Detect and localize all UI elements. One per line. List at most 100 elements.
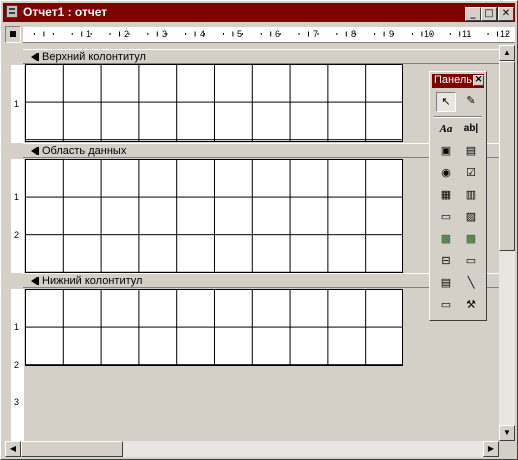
ruler-number: 7	[313, 29, 319, 39]
check-box-icon: ☑	[466, 167, 476, 179]
ruler-number: 4	[200, 29, 206, 39]
tool-command-button[interactable]: ▭	[436, 208, 456, 228]
line-icon: ╲	[467, 277, 475, 289]
tool-check-box[interactable]: ☑	[461, 164, 481, 184]
tool-toggle-button[interactable]: ▤	[461, 142, 481, 162]
ruler-number: 1	[14, 322, 20, 332]
arrow-down-icon: ▼	[503, 428, 511, 437]
toolbox-close-button[interactable]: ✕	[473, 74, 484, 86]
tool-rectangle[interactable]: ▭	[436, 296, 456, 316]
close-icon: ✕	[501, 8, 511, 19]
toolbox-panel[interactable]: Панель ✕ ↖ ✎ Aa ab| ▣ ▤ ◉ ☑ ▦ ▥ ▭ ▨ ▩ ▩ …	[429, 71, 487, 321]
section-label: Верхний колонтитул	[42, 51, 146, 63]
tool-option-button[interactable]: ◉	[436, 164, 456, 184]
vertical-ruler-header: 1	[11, 65, 24, 143]
vertical-ruler-footer: 1 2 3	[11, 289, 24, 441]
more-controls-icon: ⚒	[466, 299, 476, 311]
horizontal-scroll-thumb[interactable]	[21, 441, 123, 457]
scroll-down-button[interactable]: ▼	[499, 425, 515, 441]
tool-image[interactable]: ▨	[461, 208, 481, 228]
subform-icon: ▤	[440, 277, 452, 289]
page-footer-area[interactable]	[25, 289, 403, 366]
command-button-icon: ▭	[440, 211, 452, 223]
section-bar-page-header[interactable]: Верхний колонтитул	[23, 49, 515, 64]
ruler-number: 12	[500, 29, 511, 39]
horizontal-scrollbar[interactable]: ◀ ▶	[5, 441, 499, 457]
tool-option-group[interactable]: ▣	[436, 142, 456, 162]
tool-subform[interactable]: ▤	[436, 274, 456, 294]
tool-control-wizards[interactable]: ✎	[461, 92, 481, 112]
tool-list-box[interactable]: ▥	[461, 186, 481, 206]
control-wizards-icon: ✎	[466, 95, 476, 107]
tool-more-controls[interactable]: ⚒	[461, 296, 481, 316]
ruler-number: 5	[237, 29, 243, 39]
ruler-number: 6	[275, 29, 281, 39]
tool-select-objects[interactable]: ↖	[436, 92, 456, 112]
maximize-button[interactable]: □	[481, 7, 497, 21]
ruler-number: 8	[351, 29, 357, 39]
vertical-ruler[interactable]: 1 1 2 1 2 3	[5, 45, 24, 443]
section-label: Область данных	[42, 145, 127, 157]
toolbox-separator	[434, 116, 482, 118]
ruler-number: 2	[124, 29, 130, 39]
scroll-up-button[interactable]: ▲	[499, 45, 515, 61]
unbound-object-frame-icon: ▩	[440, 233, 452, 245]
image-icon: ▨	[465, 211, 477, 223]
page-header-area[interactable]	[25, 64, 403, 142]
ruler-number: 1	[86, 29, 92, 39]
report-window: Отчет1 : отчет _ □ ✕ 1 2 3 4 5 6 7 8 9 1…	[0, 0, 518, 460]
report-selector[interactable]	[5, 26, 21, 43]
minimize-icon: _	[470, 8, 476, 19]
bound-object-frame-icon: ▩	[465, 233, 477, 245]
ruler-number: 3	[162, 29, 168, 39]
page-break-icon: ⊟	[441, 255, 451, 267]
tool-tab-control[interactable]: ▭	[461, 252, 481, 272]
detail-area[interactable]	[25, 159, 403, 273]
minimize-button[interactable]: _	[465, 7, 481, 21]
ruler-number: 9	[389, 29, 395, 39]
combo-box-icon: ▦	[440, 189, 452, 201]
vertical-scroll-thumb[interactable]	[499, 61, 515, 251]
vertical-ruler-detail: 1 2	[11, 159, 24, 273]
tool-combo-box[interactable]: ▦	[436, 186, 456, 206]
report-icon[interactable]	[6, 5, 18, 18]
ruler-number: 1	[14, 192, 20, 202]
section-arrow-icon	[31, 147, 39, 155]
tab-control-icon: ▭	[465, 255, 477, 267]
section-arrow-icon	[31, 53, 39, 61]
tool-unbound-object-frame[interactable]: ▩	[436, 230, 456, 250]
close-button[interactable]: ✕	[498, 7, 514, 21]
text-box-icon: ab|	[463, 123, 479, 134]
list-box-icon: ▥	[465, 189, 477, 201]
title-bar[interactable]: Отчет1 : отчет _ □ ✕	[3, 3, 515, 22]
scroll-left-button[interactable]: ◀	[5, 441, 21, 457]
ruler-number: 2	[14, 360, 20, 370]
horizontal-ruler[interactable]: 1 2 3 4 5 6 7 8 9 10 11 12	[23, 27, 515, 43]
arrow-right-icon: ▶	[487, 444, 495, 453]
tool-page-break[interactable]: ⊟	[436, 252, 456, 272]
size-grip[interactable]	[499, 441, 515, 457]
toolbox-title-bar[interactable]: Панель ✕	[432, 74, 484, 88]
window-title: Отчет1 : отчет	[23, 5, 108, 19]
tool-text-box[interactable]: ab|	[461, 120, 481, 140]
tool-line[interactable]: ╲	[461, 274, 481, 294]
toggle-button-icon: ▤	[465, 145, 477, 157]
vertical-scrollbar[interactable]: ▲ ▼	[499, 45, 515, 441]
ruler-number: 3	[14, 397, 20, 407]
ruler-number: 11	[462, 29, 472, 39]
tool-bound-object-frame[interactable]: ▩	[461, 230, 481, 250]
toolbox-title: Панель	[434, 74, 473, 86]
section-label: Нижний колонтитул	[42, 275, 143, 287]
option-button-icon: ◉	[441, 167, 451, 179]
scroll-right-button[interactable]: ▶	[483, 441, 499, 457]
ruler-number: 1	[14, 99, 20, 109]
arrow-left-icon: ◀	[9, 444, 17, 453]
tool-label[interactable]: Aa	[436, 120, 456, 140]
ruler-number: 2	[14, 230, 20, 240]
close-icon: ✕	[474, 74, 483, 84]
arrow-up-icon: ▲	[503, 48, 511, 57]
rectangle-icon: ▭	[440, 299, 452, 311]
horizontal-ruler-ticks	[33, 31, 508, 37]
label-icon: Aa	[439, 123, 453, 135]
ruler-number: 10	[424, 29, 435, 39]
